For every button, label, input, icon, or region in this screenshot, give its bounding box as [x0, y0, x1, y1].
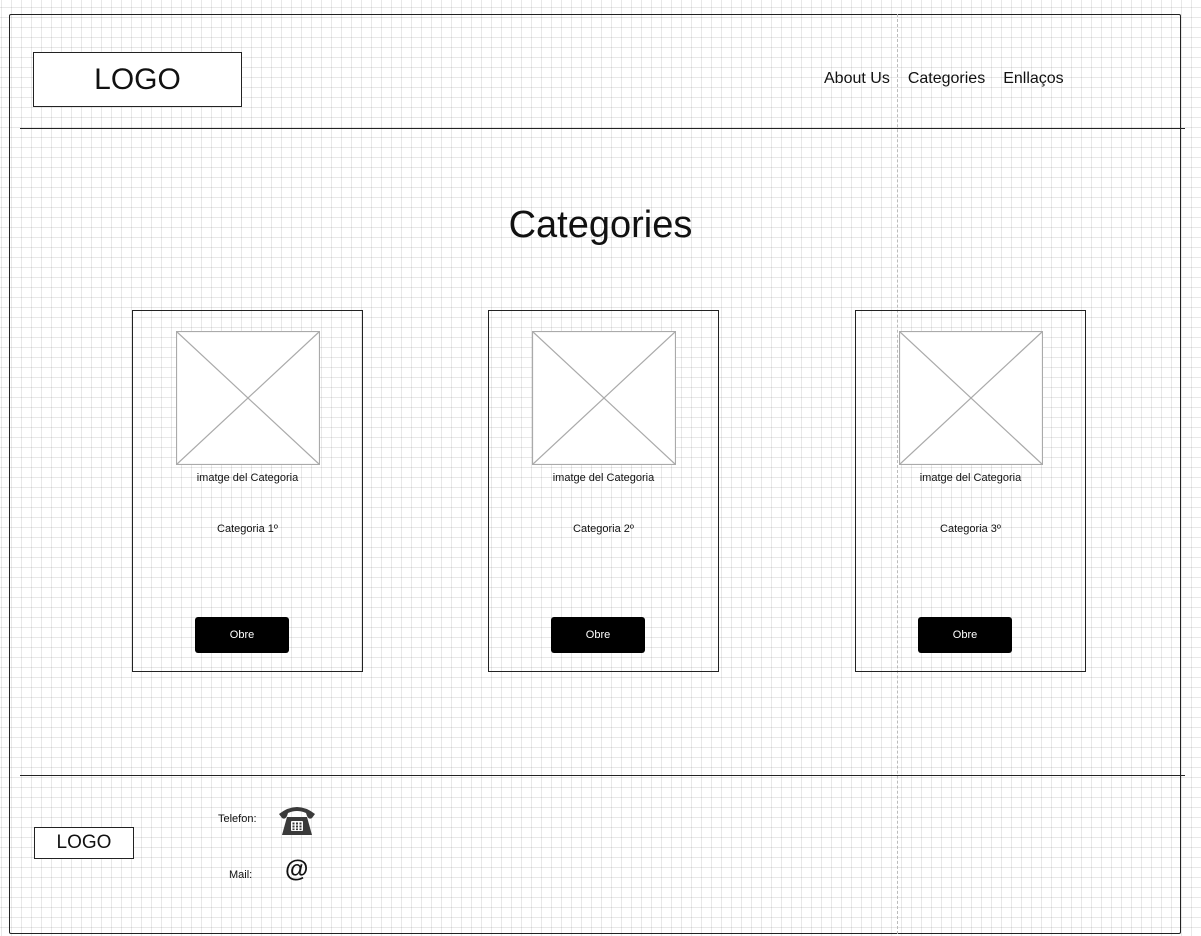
- phone-icon[interactable]: [276, 802, 318, 838]
- category-name: Categoria 3º: [940, 523, 1001, 535]
- header-logo-text: LOGO: [94, 62, 181, 96]
- open-button[interactable]: Obre: [195, 617, 289, 653]
- nav-enllacos[interactable]: Enllaços: [1003, 70, 1063, 92]
- page-title: Categories: [508, 204, 693, 246]
- mail-label: Mail:: [229, 869, 253, 881]
- category-name: Categoria 1º: [217, 523, 278, 535]
- footer-logo-text: LOGO: [56, 832, 112, 853]
- nav-categories[interactable]: Categories: [908, 70, 985, 92]
- image-caption: imatge del Categoria: [919, 472, 1022, 484]
- image-caption: imatge del Categoria: [196, 472, 299, 484]
- nav-about-us[interactable]: About Us: [824, 70, 890, 92]
- phone-label: Telefon:: [218, 813, 257, 825]
- open-button[interactable]: Obre: [551, 617, 645, 653]
- open-button[interactable]: Obre: [918, 617, 1012, 653]
- footer-divider: [20, 775, 1185, 776]
- image-caption: imatge del Categoria: [552, 472, 655, 484]
- image-placeholder-icon: [532, 331, 676, 465]
- category-card: imatge del Categoria Categoria 2º Obre: [488, 310, 719, 672]
- category-name: Categoria 2º: [573, 523, 634, 535]
- image-placeholder-icon: [899, 331, 1043, 465]
- category-card: imatge del Categoria Categoria 1º Obre: [132, 310, 363, 672]
- category-card: imatge del Categoria Categoria 3º Obre: [855, 310, 1086, 672]
- at-icon[interactable]: @: [285, 858, 308, 882]
- header-logo[interactable]: LOGO: [33, 52, 242, 107]
- header-divider: [20, 128, 1185, 129]
- main-nav: About Us Categories Enllaços: [824, 70, 1064, 92]
- image-placeholder-icon: [176, 331, 320, 465]
- footer-logo[interactable]: LOGO: [34, 827, 134, 859]
